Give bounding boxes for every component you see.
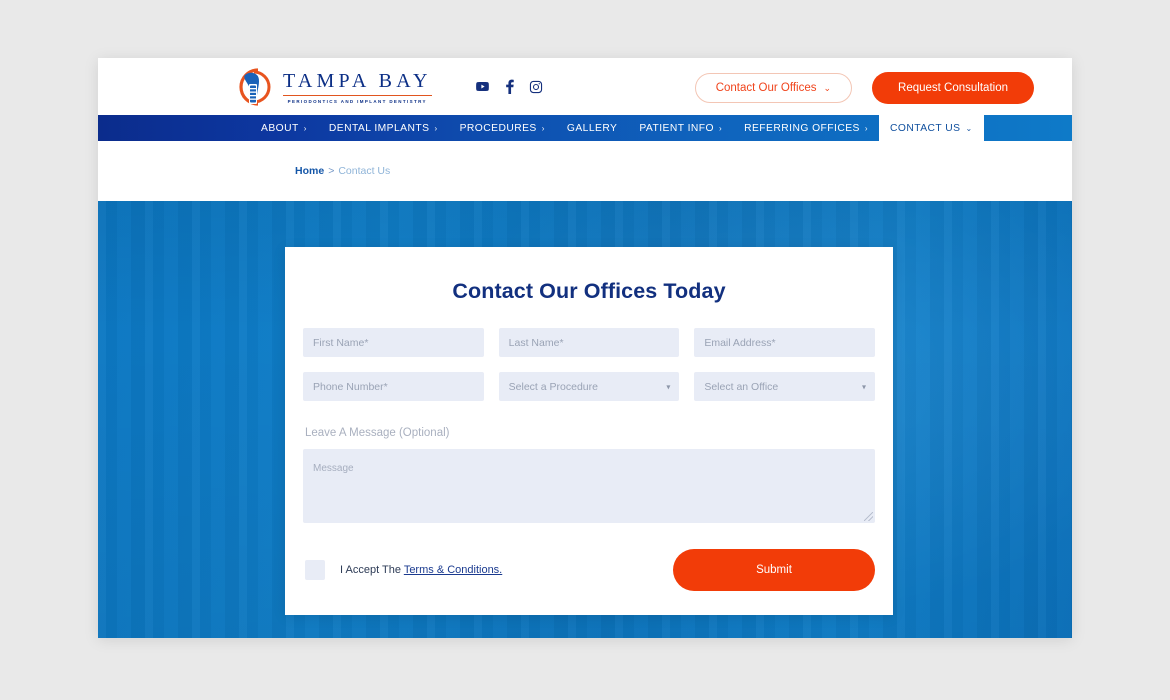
nav-label: ABOUT xyxy=(261,122,299,134)
social-links xyxy=(475,79,543,94)
email-placeholder: Email Address* xyxy=(704,336,776,349)
header-action-buttons: Contact Our Offices ⌄ Request Consultati… xyxy=(694,72,1034,104)
last-name-input[interactable]: Last Name* xyxy=(498,328,680,357)
email-address-input[interactable]: Email Address* xyxy=(694,328,876,357)
last-name-placeholder: Last Name* xyxy=(508,336,564,349)
chevron-right-icon: › xyxy=(434,123,438,133)
message-placeholder: Message xyxy=(313,463,354,474)
nav-item-patient-info[interactable]: PATIENT INFO › xyxy=(628,115,733,141)
site-logo[interactable]: TAMPA BAY PERIODONTICS AND IMPLANT DENTI… xyxy=(228,64,432,110)
contact-form-card: Contact Our Offices Today First Name* La… xyxy=(285,247,893,615)
nav-label: PROCEDURES xyxy=(459,122,537,134)
breadcrumb-band: Home > Contact Us xyxy=(98,141,1072,201)
nav-label: PATIENT INFO xyxy=(639,122,714,134)
breadcrumb-separator: > xyxy=(328,165,335,177)
nav-item-dental-implants[interactable]: DENTAL IMPLANTS › xyxy=(318,115,449,141)
facebook-icon[interactable] xyxy=(503,79,516,94)
breadcrumb-current-page: Contact Us xyxy=(338,165,391,177)
site-header: TAMPA BAY PERIODONTICS AND IMPLANT DENTI… xyxy=(98,58,1072,115)
nav-item-gallery[interactable]: GALLERY xyxy=(556,115,628,141)
chevron-down-icon: ⌄ xyxy=(965,123,973,133)
chevron-down-icon: ▾ xyxy=(862,382,867,391)
form-title: Contact Our Offices Today xyxy=(452,279,726,303)
form-footer: I Accept The Terms & Conditions. Submit xyxy=(303,549,875,591)
chevron-right-icon: › xyxy=(718,123,723,133)
website-page-frame: TAMPA BAY PERIODONTICS AND IMPLANT DENTI… xyxy=(98,58,1072,638)
terms-and-conditions-link[interactable]: Terms & Conditions. xyxy=(404,564,502,576)
contact-our-offices-button[interactable]: Contact Our Offices ⌄ xyxy=(694,73,853,103)
accept-terms-label: I Accept The Terms & Conditions. xyxy=(340,564,502,576)
chevron-right-icon: › xyxy=(303,123,307,133)
textarea-resize-handle[interactable] xyxy=(864,512,873,521)
nav-item-about[interactable]: ABOUT › xyxy=(250,115,318,141)
breadcrumb: Home > Contact Us xyxy=(295,165,390,177)
chevron-right-icon: › xyxy=(541,123,545,133)
procedure-selected-value: Select a Procedure xyxy=(508,380,598,393)
request-consultation-button[interactable]: Request Consultation xyxy=(872,72,1034,104)
message-textarea[interactable]: Message xyxy=(303,449,875,523)
first-name-placeholder: First Name* xyxy=(313,336,369,349)
phone-number-input[interactable]: Phone Number* xyxy=(303,372,484,401)
procedure-select[interactable]: Select a Procedure ▾ xyxy=(498,372,680,401)
tooth-implant-logo-icon xyxy=(228,64,274,110)
logo-wordmark: TAMPA BAY xyxy=(283,69,432,92)
office-select[interactable]: Select an Office ▾ xyxy=(694,372,876,401)
form-row-phone-selects: Phone Number* Select a Procedure ▾ Selec… xyxy=(303,372,876,401)
nav-label: CONTACT US xyxy=(890,122,961,134)
nav-item-referring-offices[interactable]: REFERRING OFFICES › xyxy=(733,115,879,141)
form-row-names: First Name* Last Name* Email Address* xyxy=(303,328,876,357)
first-name-input[interactable]: First Name* xyxy=(303,328,484,357)
nav-label: GALLERY xyxy=(566,122,618,134)
hero-section: Contact Our Offices Today First Name* La… xyxy=(98,201,1072,638)
message-field-label: Leave A Message (Optional) xyxy=(305,427,450,439)
main-navigation: ABOUT › DENTAL IMPLANTS › PROCEDURES › G… xyxy=(98,115,1072,141)
logo-tagline: PERIODONTICS AND IMPLANT DENTISTRY xyxy=(287,98,427,104)
phone-placeholder: Phone Number* xyxy=(313,380,388,393)
youtube-icon[interactable] xyxy=(475,79,490,94)
logo-divider-rule xyxy=(283,94,432,96)
accept-terms-checkbox[interactable] xyxy=(305,560,325,580)
nav-label: REFERRING OFFICES xyxy=(744,122,860,134)
nav-item-procedures[interactable]: PROCEDURES › xyxy=(449,115,556,141)
contact-our-offices-label: Contact Our Offices xyxy=(715,82,817,94)
instagram-icon[interactable] xyxy=(529,80,543,94)
submit-button[interactable]: Submit xyxy=(673,549,875,591)
chevron-down-icon: ⌄ xyxy=(823,82,832,93)
nav-item-contact-us[interactable]: CONTACT US ⌄ xyxy=(879,115,984,141)
breadcrumb-home-link[interactable]: Home xyxy=(295,165,324,177)
office-selected-value: Select an Office xyxy=(704,380,779,393)
accept-terms-prefix: I Accept The xyxy=(340,564,404,576)
chevron-down-icon: ▾ xyxy=(666,382,671,391)
terms-acceptance-row: I Accept The Terms & Conditions. xyxy=(303,560,502,580)
chevron-right-icon: › xyxy=(864,123,868,133)
nav-label: DENTAL IMPLANTS xyxy=(328,122,430,134)
